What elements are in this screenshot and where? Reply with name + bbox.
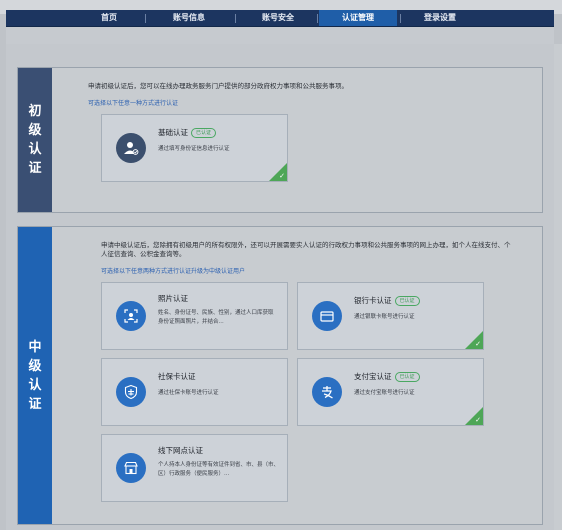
offline-outlet-icon <box>116 453 146 483</box>
alipay-icon <box>312 377 342 407</box>
alipay-auth-desc: 通过支付宝账号进行认证 <box>354 390 415 396</box>
nav-item-login-settings[interactable]: 登录设置 <box>404 10 476 26</box>
offline-outlet-auth-desc: 个人持本人身份证等有效证件到省、市、县（市、区）行政服务（便民服务）... <box>158 462 280 477</box>
basic-auth-desc: 通过填写身份证信息进行认证 <box>158 146 230 152</box>
offline-outlet-auth-title: 线下网点认证 <box>158 445 203 456</box>
card-title-text: 照片认证 <box>158 294 188 303</box>
nav-item-home[interactable]: 首页 <box>86 10 132 26</box>
intermediate-auth-intro: 申请中级认证后，您除拥有初级用户的所有权限外，还可以开展需要实人认证的行政权力事… <box>101 241 511 258</box>
photo-auth-desc: 姓名、身份证号、民族、性别，通过人口库获取身份证照面照片，并结合... <box>158 310 274 325</box>
alipay-auth-title: 支付宝认证 已认证 <box>354 371 420 382</box>
nav-separator <box>145 14 146 23</box>
bank-card-icon <box>312 301 342 331</box>
card-title-text: 支付宝认证 <box>354 372 392 381</box>
card-title-text: 基础认证 <box>158 128 188 137</box>
side-label-char: 级 <box>28 358 42 374</box>
intermediate-auth-panel: 中 级 认 证 申请中级认证后，您除拥有初级用户的所有权限外，还可以开展需要实人… <box>17 226 543 525</box>
side-label-char: 中 <box>28 339 42 355</box>
verified-badge: 已认证 <box>394 296 420 306</box>
photo-auth-card[interactable]: 照片认证 姓名、身份证号、民族、性别，通过人口库获取身份证照面照片，并结合... <box>101 282 288 350</box>
check-icon: ✓ <box>475 340 481 348</box>
photo-auth-title: 照片认证 <box>158 293 188 304</box>
bank-card-auth-card[interactable]: 银行卡认证 已认证 通过银联卡账号进行认证 ✓ <box>297 282 484 350</box>
nav-separator <box>235 14 236 23</box>
social-security-icon <box>116 377 146 407</box>
nav-underband <box>6 27 554 44</box>
card-title-text: 社保卡认证 <box>158 372 196 381</box>
nav-item-account-security[interactable]: 账号安全 <box>242 10 314 26</box>
alipay-auth-card[interactable]: 支付宝认证 已认证 通过支付宝账号进行认证 ✓ <box>297 358 484 426</box>
primary-auth-hint-link[interactable]: 可选择以下任意一种方式进行认证 <box>88 98 178 107</box>
user-verify-icon <box>116 133 146 163</box>
nav-separator <box>400 14 401 23</box>
verified-badge: 已认证 <box>191 128 217 138</box>
side-label-char: 级 <box>28 123 42 138</box>
social-security-auth-title: 社保卡认证 <box>158 371 196 382</box>
side-label-char: 证 <box>28 396 42 412</box>
primary-auth-panel: 初 级 认 证 申请初级认证后，您可以在线办理政务服务门户提供的部分政府权力事项… <box>17 67 543 213</box>
side-label-char: 初 <box>28 104 42 119</box>
main-nav: 首页 账号信息 账号安全 认证管理 登录设置 <box>6 10 554 27</box>
scrollbar-track[interactable] <box>554 44 562 530</box>
side-label-char: 认 <box>28 142 42 157</box>
photo-id-icon <box>116 301 146 331</box>
intermediate-auth-hint-link[interactable]: 可选择以下任意两种方式进行认证升级为中级认证用户 <box>101 266 245 275</box>
basic-auth-card[interactable]: 基础认证 已认证 通过填写身份证信息进行认证 ✓ <box>101 114 288 182</box>
basic-auth-title: 基础认证 已认证 <box>158 127 217 138</box>
nav-item-auth-management[interactable]: 认证管理 <box>319 10 397 26</box>
offline-outlet-auth-card[interactable]: 线下网点认证 个人持本人身份证等有效证件到省、市、县（市、区）行政服务（便民服务… <box>101 434 288 502</box>
card-title-text: 线下网点认证 <box>158 446 203 455</box>
nav-separator <box>317 14 318 23</box>
social-security-auth-desc: 通过社保卡账号进行认证 <box>158 390 219 396</box>
primary-auth-side-label: 初 级 认 证 <box>18 68 52 212</box>
side-label-char: 认 <box>28 377 42 393</box>
intermediate-auth-side-label: 中 级 认 证 <box>18 227 52 524</box>
primary-auth-intro: 申请初级认证后，您可以在线办理政务服务门户提供的部分政府权力事项和公共服务事项。 <box>88 82 348 90</box>
verified-badge: 已认证 <box>394 372 420 382</box>
check-icon: ✓ <box>279 172 285 180</box>
nav-item-account-info[interactable]: 账号信息 <box>156 10 222 26</box>
check-icon: ✓ <box>475 416 481 424</box>
card-title-text: 银行卡认证 <box>354 296 392 305</box>
side-label-char: 证 <box>28 161 42 176</box>
social-security-auth-card[interactable]: 社保卡认证 通过社保卡账号进行认证 <box>101 358 288 426</box>
bank-card-auth-title: 银行卡认证 已认证 <box>354 295 420 306</box>
bank-card-auth-desc: 通过银联卡账号进行认证 <box>354 314 415 320</box>
